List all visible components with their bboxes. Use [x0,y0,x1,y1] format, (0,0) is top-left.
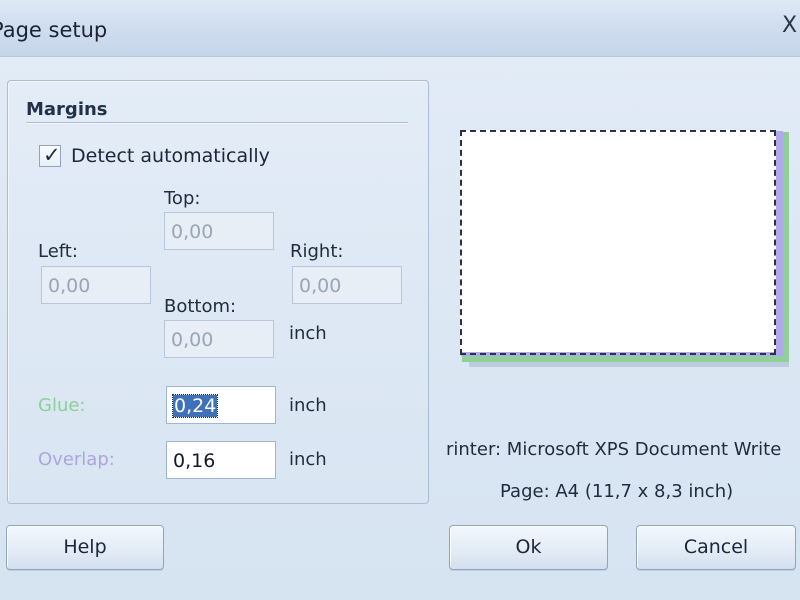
left-label: Left: [38,241,78,262]
printer-name-text: rinter: Microsoft XPS Document Write [446,439,782,460]
top-label: Top: [164,188,201,209]
bottom-margin-field[interactable]: 0,00 [164,320,274,358]
detect-automatically-label[interactable]: Detect automatically [71,145,270,167]
page-size-text: Page: A4 (11,7 x 8,3 inch) [500,481,734,502]
ok-button[interactable]: Ok [449,525,608,570]
detect-automatically-checkbox[interactable]: ✓ [39,143,61,167]
right-label: Right: [290,241,344,262]
help-button[interactable]: Help [6,525,164,570]
glue-unit-label: inch [289,395,327,416]
right-margin-field[interactable]: 0,00 [292,266,402,304]
margins-group: Margins ✓ Detect automatically Top: 0,00… [7,80,429,504]
page-setup-dialog: Page setup X Margins ✓ Detect automatica… [0,0,800,600]
margins-group-title: Margins [26,99,108,120]
overlap-unit-label: inch [289,449,327,470]
top-margin-field[interactable]: 0,00 [164,212,274,250]
margin-outline [460,130,776,355]
close-icon[interactable]: X [782,14,800,38]
cancel-button[interactable]: Cancel [636,525,796,570]
checkmark-icon: ✓ [43,143,61,167]
left-margin-field[interactable]: 0,00 [41,266,151,304]
page-preview [460,130,790,368]
margin-unit-label: inch [289,323,327,344]
title-bar[interactable]: Page setup X [0,0,800,57]
glue-value-selected: 0,24 [171,394,219,418]
group-divider [26,122,408,123]
overlap-field[interactable]: 0,16 [166,441,276,479]
dialog-title: Page setup [0,18,108,42]
overlap-label: Overlap: [38,449,115,470]
bottom-label: Bottom: [164,296,237,317]
glue-field[interactable]: 0,24 [166,386,276,424]
glue-label: Glue: [38,395,86,416]
